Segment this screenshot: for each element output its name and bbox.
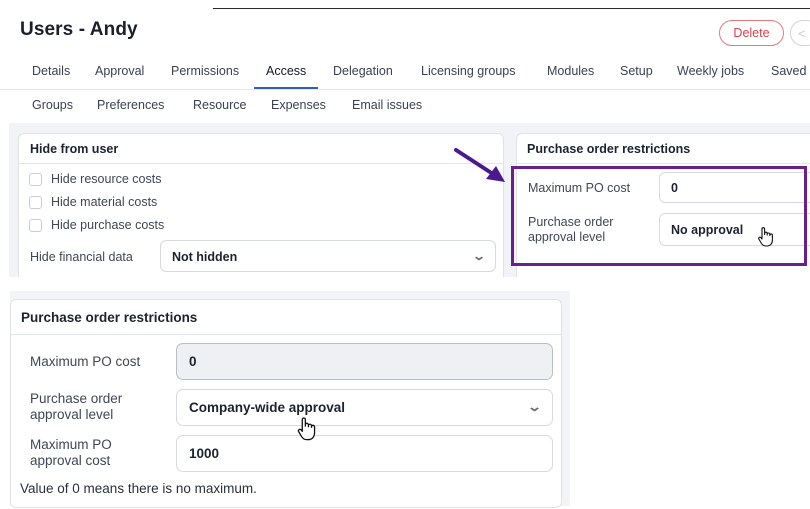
tabs-divider: [0, 89, 810, 90]
divider: [517, 163, 810, 164]
input-value: 0: [189, 354, 197, 369]
checkbox[interactable]: [29, 218, 42, 232]
tab-setup[interactable]: Setup: [620, 64, 653, 78]
max-po-approval-cost-label: Maximum PO approval cost: [30, 437, 112, 468]
chevron-left-icon: <: [798, 25, 806, 41]
chevron-down-icon: ⌄: [471, 249, 487, 263]
input-value: 1000: [189, 446, 220, 461]
tab-saved[interactable]: Saved: [771, 64, 806, 78]
hand-cursor-icon: [297, 417, 316, 441]
tab-groups[interactable]: Groups: [32, 98, 73, 112]
select-value: Company-wide approval: [189, 400, 346, 415]
hide-material-costs-row[interactable]: Hide material costs: [29, 195, 157, 209]
max-po-cost-input[interactable]: 0: [176, 343, 553, 380]
hide-financial-data-label: Hide financial data: [30, 250, 133, 264]
hide-purchase-costs-row[interactable]: Hide purchase costs: [29, 218, 164, 232]
annotation-arrow-icon: [454, 148, 505, 182]
hide-resource-costs-row[interactable]: Hide resource costs: [29, 172, 161, 186]
top-screenshot: Users - Andy Delete < Details Approval P…: [0, 0, 810, 277]
tab-expenses[interactable]: Expenses: [271, 98, 326, 112]
back-button[interactable]: <: [790, 20, 810, 46]
checkbox-label: Hide material costs: [51, 195, 158, 209]
card-title: Hide from user: [30, 142, 119, 156]
card-title: Purchase order restrictions: [527, 142, 691, 156]
max-po-cost-label: Maximum PO cost: [30, 354, 141, 369]
primary-tabs: Details Approval Permissions Access Dele…: [0, 64, 810, 90]
delete-button[interactable]: Delete: [719, 20, 784, 46]
hand-cursor-icon: [758, 227, 773, 247]
tab-approval[interactable]: Approval: [95, 64, 144, 78]
tab-modules[interactable]: Modules: [547, 64, 594, 78]
tab-licensing-groups[interactable]: Licensing groups: [421, 64, 516, 78]
po-approval-level-label: Purchase order approval level: [30, 391, 123, 422]
help-text: Value of 0 means there is no maximum.: [20, 481, 257, 496]
divider: [19, 163, 503, 164]
tab-delegation[interactable]: Delegation: [333, 64, 393, 78]
select-value: Not hidden: [172, 250, 238, 264]
tab-weekly-jobs[interactable]: Weekly jobs: [677, 64, 744, 78]
card-title: Purchase order restrictions: [21, 310, 198, 325]
highlight-box: [511, 166, 807, 266]
divider: [213, 8, 810, 9]
hide-from-user-card: Hide from user Hide resource costs Hide …: [18, 133, 504, 277]
tab-preferences[interactable]: Preferences: [97, 98, 164, 112]
tab-access[interactable]: Access: [266, 64, 306, 78]
hide-financial-data-select[interactable]: Not hidden ⌄: [160, 240, 496, 272]
divider: [11, 334, 561, 335]
checkbox[interactable]: [29, 195, 42, 209]
checkbox-label: Hide resource costs: [51, 172, 162, 186]
page-title: Users - Andy: [20, 19, 138, 40]
tab-permissions[interactable]: Permissions: [171, 64, 239, 78]
chevron-down-icon: ⌄: [526, 399, 543, 414]
secondary-tabs: Groups Preferences Resource Expenses Ema…: [0, 98, 810, 118]
po-approval-level-select[interactable]: Company-wide approval ⌄: [176, 389, 553, 426]
checkbox-label: Hide purchase costs: [51, 218, 165, 232]
tab-details[interactable]: Details: [32, 64, 70, 78]
checkbox[interactable]: [29, 172, 42, 186]
max-po-approval-cost-input[interactable]: 1000: [176, 435, 553, 472]
tab-email-issues[interactable]: Email issues: [352, 98, 422, 112]
tab-resource[interactable]: Resource: [193, 98, 247, 112]
